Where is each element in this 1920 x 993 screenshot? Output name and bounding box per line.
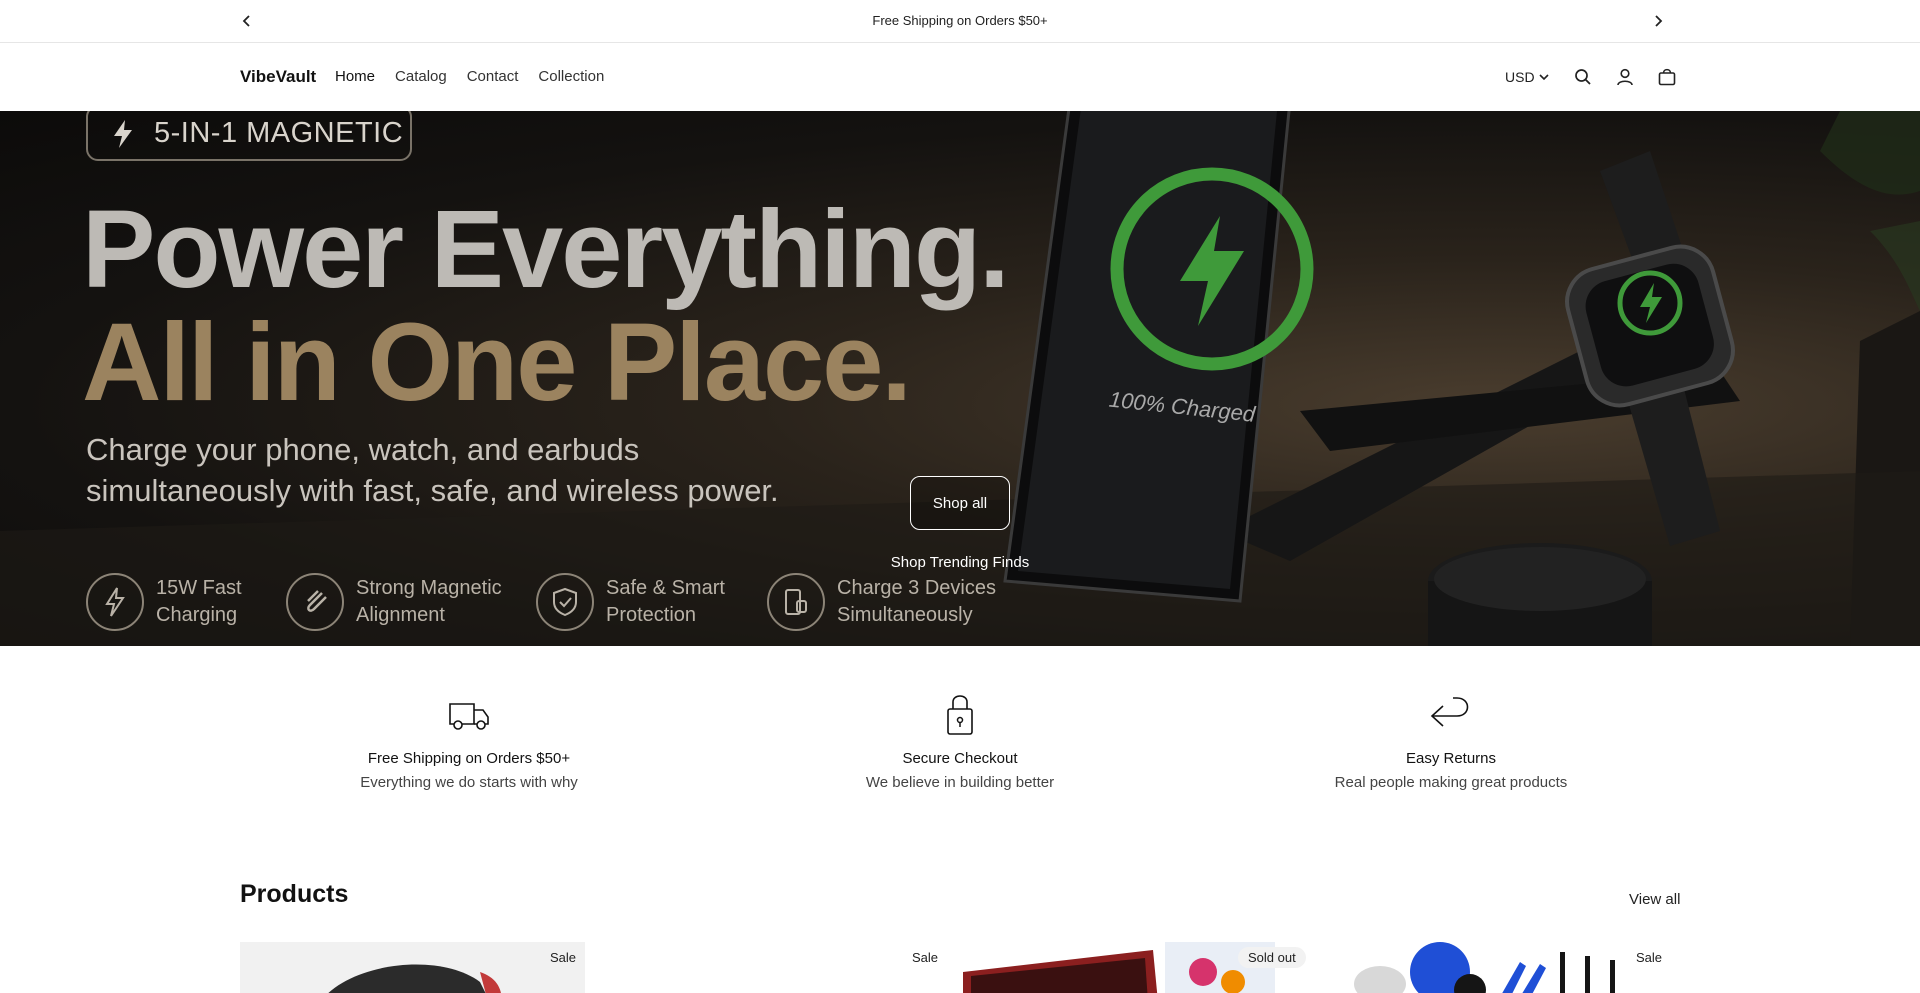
site-logo[interactable]: VibeVault xyxy=(240,67,316,87)
truck-icon xyxy=(449,703,489,730)
nav-collection[interactable]: Collection xyxy=(538,68,604,85)
search-icon xyxy=(1574,69,1591,85)
hero-feature-fast-charging: 15W Fast Charging xyxy=(86,573,242,631)
bag-icon xyxy=(1658,68,1675,86)
benefit-description: We believe in building better xyxy=(865,774,1055,791)
nav-contact[interactable]: Contact xyxy=(467,68,519,85)
product-badge-sold-out: Sold out xyxy=(1238,947,1306,968)
benefit-title: Secure Checkout xyxy=(902,750,1018,767)
hero-feature-protection: Safe & Smart Protection xyxy=(536,573,725,631)
product-card-2[interactable] xyxy=(610,942,955,993)
search-button[interactable] xyxy=(1571,65,1595,89)
product-badge-sale: Sale xyxy=(550,950,577,965)
nav-catalog[interactable]: Catalog xyxy=(395,68,447,85)
lock-icon xyxy=(947,695,973,735)
bolt-icon xyxy=(105,587,125,617)
product-badge-sale: Sale xyxy=(1636,950,1663,965)
bolt-icon xyxy=(114,120,132,148)
benefits-section: Free Shipping on Orders $50+ Everything … xyxy=(0,646,1920,836)
user-icon xyxy=(1616,68,1633,86)
hero-feature-magnetic: Strong Magnetic Alignment xyxy=(286,573,502,631)
product-image xyxy=(240,942,585,993)
currency-label: USD xyxy=(1505,69,1535,85)
benefit-easy-returns: Easy Returns Real people making great pr… xyxy=(1241,692,1661,791)
hero-feature-three-devices: Charge 3 Devices Simultaneously xyxy=(767,573,996,631)
main-nav: Home Catalog Contact Collection xyxy=(335,68,604,85)
benefit-secure-checkout: Secure Checkout We believe in building b… xyxy=(750,692,1170,791)
benefit-description: Real people making great products xyxy=(1334,774,1568,791)
product-image xyxy=(610,942,955,993)
shop-all-button[interactable]: Shop all xyxy=(910,476,1010,530)
magnet-icon xyxy=(307,590,327,612)
product-badge-sale: Sale xyxy=(912,950,939,965)
hero-subtitle: Charge your phone, watch, and earbuds si… xyxy=(86,432,779,508)
benefit-title: Easy Returns xyxy=(1405,750,1497,767)
chevron-down-icon xyxy=(1538,74,1549,81)
announcement-bar: Free Shipping on Orders $50+ xyxy=(0,0,1920,43)
cart-button[interactable] xyxy=(1655,65,1679,89)
product-card-4[interactable] xyxy=(1340,942,1685,993)
site-header: VibeVault Home Catalog Contact Collectio… xyxy=(0,43,1920,111)
header-actions: USD xyxy=(1505,65,1697,89)
account-button[interactable] xyxy=(1613,65,1637,89)
hero-banner: 100% Charged 5-IN-1 MAGNETIC Power Every… xyxy=(0,111,1920,646)
hero-badge: 5-IN-1 MAGNETIC xyxy=(86,111,412,161)
benefit-description: Everything we do starts with why xyxy=(360,774,578,791)
hero-headline-line1: Power Everything. xyxy=(82,188,1010,311)
hero-headline-line2: All in One Place. xyxy=(82,301,912,424)
benefit-title: Free Shipping on Orders $50+ xyxy=(367,750,571,767)
product-image xyxy=(1340,942,1685,993)
product-card-1[interactable] xyxy=(240,942,585,993)
nav-home[interactable]: Home xyxy=(335,68,375,85)
hero-caption: Shop Trending Finds xyxy=(890,554,1030,571)
announcement-next-button[interactable] xyxy=(1647,10,1669,32)
currency-selector[interactable]: USD xyxy=(1505,69,1549,85)
devices-icon xyxy=(785,589,807,615)
products-heading: Products xyxy=(240,880,349,908)
shield-icon xyxy=(553,587,577,617)
chevron-right-icon xyxy=(1655,15,1663,27)
announcement-text: Free Shipping on Orders $50+ xyxy=(872,13,1048,28)
hero-badge-text: 5-IN-1 MAGNETIC xyxy=(154,116,404,149)
benefit-free-shipping: Free Shipping on Orders $50+ Everything … xyxy=(259,692,679,791)
return-arrow-icon xyxy=(1430,697,1469,727)
view-all-link[interactable]: View all xyxy=(1629,891,1680,908)
